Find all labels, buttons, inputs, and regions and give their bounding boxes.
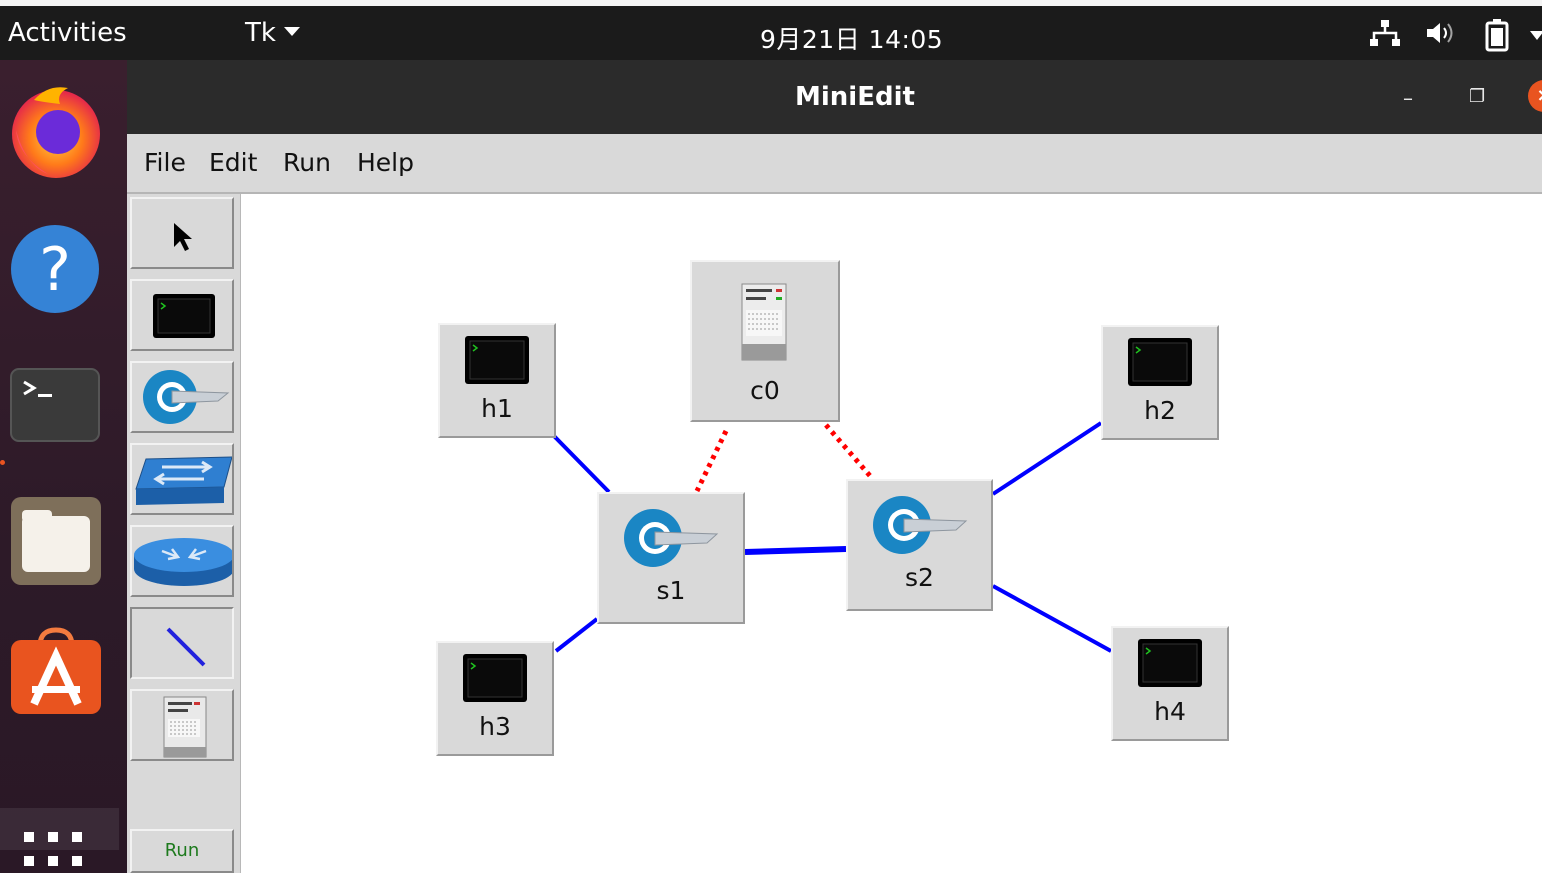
switch-node-s1[interactable]: s1 <box>597 492 745 624</box>
select-tool-button[interactable] <box>130 197 234 269</box>
host-icon <box>1128 338 1192 386</box>
maximize-button[interactable]: ❐ <box>1469 86 1485 107</box>
menu-bar: File Edit Run Help <box>127 134 1542 194</box>
node-label-s2: s2 <box>905 563 934 592</box>
switch-tool-button[interactable] <box>130 361 234 433</box>
menu-file[interactable]: File <box>144 148 186 177</box>
host-icon <box>1138 639 1202 687</box>
openflow-switch-icon <box>624 509 719 567</box>
host-icon <box>463 654 527 702</box>
node-label-s1: s1 <box>656 576 686 605</box>
close-button[interactable]: × <box>1528 80 1542 112</box>
software-icon[interactable] <box>10 626 102 720</box>
menu-edit[interactable]: Edit <box>209 148 257 177</box>
host-icon <box>153 294 215 338</box>
host-node-h2[interactable]: h2 <box>1101 325 1219 440</box>
link-h3-s1[interactable] <box>554 617 599 653</box>
app-menu[interactable]: Tk <box>245 18 300 48</box>
show-apps-icon[interactable] <box>24 832 86 874</box>
node-label-h4: h4 <box>1154 697 1186 726</box>
controller-node-c0[interactable]: c0 <box>690 260 840 422</box>
caret-down-icon <box>283 27 300 36</box>
firefox-icon[interactable] <box>8 80 104 184</box>
app-menu-label: Tk <box>245 18 276 48</box>
link-s2-h4[interactable] <box>992 584 1112 653</box>
topology-canvas[interactable]: c0 h1 h2 h3 h4 s1 s2 <box>241 194 1542 873</box>
link-line-icon <box>166 627 206 667</box>
minimize-button[interactable]: – <box>1403 86 1413 110</box>
legacy-switch-tool-button[interactable] <box>130 443 234 515</box>
running-indicator <box>0 460 5 465</box>
system-top-bar: Activities Tk 9月21日 14:05 <box>0 6 1542 60</box>
files-icon[interactable] <box>10 496 102 590</box>
volume-icon[interactable] <box>1424 18 1458 52</box>
network-icon[interactable] <box>1368 18 1402 52</box>
legacy-switch-icon <box>135 456 232 505</box>
battery-icon[interactable] <box>1484 18 1510 56</box>
host-icon <box>465 336 529 384</box>
terminal-icon[interactable] <box>10 368 100 446</box>
link-s2-h2[interactable] <box>991 421 1103 496</box>
controller-server-icon <box>163 696 207 758</box>
link-h1-s1[interactable] <box>552 434 611 494</box>
controller-server-icon <box>741 283 787 361</box>
node-label-c0: c0 <box>750 376 780 405</box>
node-label-h3: h3 <box>479 712 511 741</box>
legacy-router-tool-button[interactable] <box>130 525 234 597</box>
controller-tool-button[interactable] <box>130 689 234 761</box>
svg-text:?: ? <box>39 235 71 305</box>
node-label-h2: h2 <box>1144 396 1176 425</box>
control-link-c0-s1[interactable] <box>694 429 729 493</box>
openflow-switch-icon <box>143 370 230 424</box>
system-menu-caret-icon[interactable] <box>1530 26 1542 45</box>
host-node-h4[interactable]: h4 <box>1111 626 1229 741</box>
legacy-router-icon <box>134 538 232 586</box>
tool-palette: Run <box>127 194 241 873</box>
run-button[interactable]: Run <box>130 829 234 873</box>
window-title-bar[interactable]: MiniEdit – ❐ × <box>127 60 1542 134</box>
menu-help[interactable]: Help <box>357 148 414 177</box>
netlink-tool-button[interactable] <box>130 607 234 679</box>
control-link-c0-s2[interactable] <box>824 423 873 479</box>
node-label-h1: h1 <box>481 394 513 423</box>
cursor-icon <box>174 223 192 251</box>
link-s1-s2[interactable] <box>744 546 847 555</box>
host-node-h1[interactable]: h1 <box>438 323 556 438</box>
window-title: MiniEdit <box>795 82 915 112</box>
host-tool-button[interactable] <box>130 279 234 351</box>
help-icon[interactable]: ? <box>10 224 100 318</box>
switch-node-s2[interactable]: s2 <box>846 479 993 611</box>
openflow-switch-icon <box>873 496 968 554</box>
menu-run[interactable]: Run <box>283 148 331 177</box>
host-node-h3[interactable]: h3 <box>436 641 554 756</box>
dock: ? <box>0 60 127 873</box>
activities-button[interactable]: Activities <box>8 18 127 48</box>
clock[interactable]: 9月21日 14:05 <box>760 20 943 56</box>
